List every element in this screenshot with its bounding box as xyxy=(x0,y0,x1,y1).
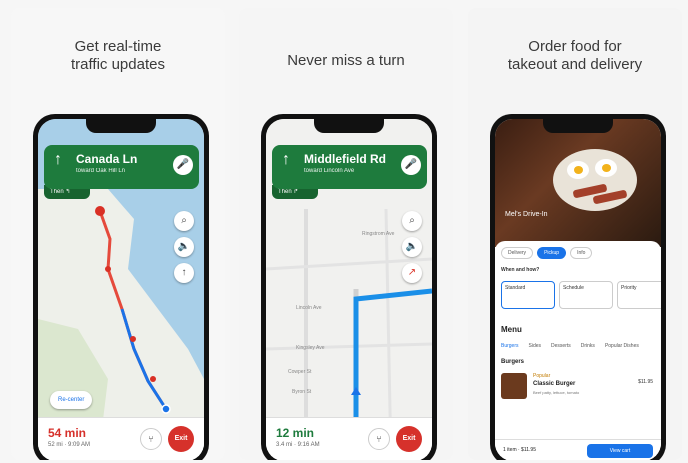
exit-button[interactable]: Exit xyxy=(396,426,422,452)
menu-tab[interactable]: Popular Dishes xyxy=(605,343,639,349)
alternate-routes-icon[interactable]: ⑂ xyxy=(368,428,390,450)
trip-summary-bar: 54 min 52 mi · 9:09 AM ⑂ Exit xyxy=(38,417,204,460)
feature-card-food: Order food for takeout and delivery Mel'… xyxy=(468,8,682,460)
toward-text: toward Lincoln Ave xyxy=(304,168,355,174)
restaurant-name: Mel's Drive-In xyxy=(505,211,548,218)
phone-screen: Ringstrom Ave Lincoln Ave Kingsley Ave C… xyxy=(266,119,432,460)
eta-time: 54 min xyxy=(48,426,87,440)
map-label: Kingsley Ave xyxy=(296,345,325,351)
tab-delivery[interactable]: Delivery xyxy=(501,247,534,259)
restaurant-panel: Delivery Pickup Info When and how? Stand… xyxy=(495,241,661,460)
microphone-icon[interactable]: 🎤 xyxy=(401,155,421,175)
map-label: Cowper St xyxy=(288,369,312,375)
eta-details: 3.4 mi · 9:16 AM xyxy=(276,442,320,448)
card-title-line1: Never miss a turn xyxy=(287,52,405,69)
restaurant-hero-image: Mel's Drive-In xyxy=(495,119,661,247)
search-icon[interactable]: ⌕ xyxy=(402,211,422,231)
when-label: When and how? xyxy=(501,267,540,273)
menu-category-tabs: Burgers Sides Desserts Drinks Popular Di… xyxy=(501,343,639,349)
menu-heading: Menu xyxy=(501,325,522,334)
current-location-dot xyxy=(161,404,171,414)
tab-info[interactable]: Info xyxy=(570,247,593,259)
trip-summary-bar: 12 min 3.4 mi · 9:16 AM ⑂ Exit xyxy=(266,417,432,460)
eta-time: 12 min xyxy=(276,426,315,440)
compass-icon[interactable]: ↗ xyxy=(402,263,422,283)
menu-tab[interactable]: Desserts xyxy=(551,343,571,349)
phone-screen: Mel's Drive-In Delivery Pickup Info When… xyxy=(495,119,661,460)
map-label: Lincoln Ave xyxy=(296,305,322,311)
phone-notch xyxy=(543,119,613,133)
toward-text: toward Oak Hill Ln xyxy=(76,168,126,174)
menu-tab[interactable]: Drinks xyxy=(581,343,595,349)
menu-section-title: Burgers xyxy=(501,359,525,365)
menu-item-price: $11.95 xyxy=(638,379,653,385)
destination-pin xyxy=(95,206,105,216)
cart-bar: 1 item · $11.95 View cart xyxy=(495,439,661,460)
menu-tab[interactable]: Sides xyxy=(529,343,542,349)
card-title: Never miss a turn xyxy=(239,52,453,70)
map-label: Ringstrom Ave xyxy=(362,231,395,237)
card-title-line2: traffic updates xyxy=(71,56,165,73)
app-store-screenshots: Get real-time traffic updates ↑ Canada L… xyxy=(0,0,688,463)
card-title: Order food for takeout and delivery xyxy=(468,38,682,74)
phone-mockup: ↑ Canada Ln toward Oak Hill Ln 🎤 Then ↰ … xyxy=(33,114,209,460)
view-cart-button[interactable]: View cart xyxy=(587,444,653,458)
tab-pickup[interactable]: Pickup xyxy=(537,247,567,259)
cart-total: 1 item · $11.95 xyxy=(503,447,536,453)
phone-notch xyxy=(86,119,156,133)
navigation-banner[interactable]: ↑ Canada Ln toward Oak Hill Ln 🎤 xyxy=(44,145,199,189)
map-label: Byron St xyxy=(292,389,312,395)
menu-item-image xyxy=(501,373,527,399)
card-title-line1: Get real-time xyxy=(74,38,162,55)
card-title-line2: takeout and delivery xyxy=(507,56,643,73)
phone-mockup: Mel's Drive-In Delivery Pickup Info When… xyxy=(490,114,666,460)
volume-icon[interactable]: 🔈 xyxy=(402,237,422,257)
order-type-tabs: Delivery Pickup Info xyxy=(501,247,593,259)
next-street: Middlefield Rd xyxy=(304,152,386,166)
phone-screen: ↑ Canada Ln toward Oak Hill Ln 🎤 Then ↰ … xyxy=(38,119,204,460)
exit-button[interactable]: Exit xyxy=(168,426,194,452)
straight-arrow-icon: ↑ xyxy=(54,151,62,168)
phone-mockup: Ringstrom Ave Lincoln Ave Kingsley Ave C… xyxy=(261,114,437,460)
option-standard[interactable]: Standard xyxy=(501,281,555,309)
menu-item[interactable]: Popular Classic Burger Beef patty, lettu… xyxy=(501,371,655,403)
volume-icon[interactable]: 🔈 xyxy=(174,237,194,257)
alternate-routes-icon[interactable]: ⑂ xyxy=(140,428,162,450)
microphone-icon[interactable]: 🎤 xyxy=(173,155,193,175)
menu-item-name: Classic Burger xyxy=(533,381,576,387)
menu-item-description: Beef patty, lettuce, tomato xyxy=(533,390,580,395)
breakfast-plate xyxy=(553,149,637,211)
search-icon[interactable]: ⌕ xyxy=(174,211,194,231)
card-title-line1: Order food for xyxy=(528,38,622,55)
phone-notch xyxy=(314,119,384,133)
straight-arrow-icon: ↑ xyxy=(282,151,290,168)
option-priority[interactable]: Priority xyxy=(617,281,661,309)
next-street: Canada Ln xyxy=(76,152,138,166)
feature-card-traffic: Get real-time traffic updates ↑ Canada L… xyxy=(11,8,225,460)
navigation-banner[interactable]: ↑ Middlefield Rd toward Lincoln Ave 🎤 xyxy=(272,145,427,189)
feature-card-turns: Never miss a turn Ringstrom Ave Lincoln … xyxy=(239,8,453,460)
card-title: Get real-time traffic updates xyxy=(11,38,225,74)
compass-icon[interactable]: ↑ xyxy=(174,263,194,283)
eta-details: 52 mi · 9:09 AM xyxy=(48,442,91,448)
recenter-button[interactable]: Re-center xyxy=(50,391,93,409)
option-schedule[interactable]: Schedule xyxy=(559,281,613,309)
menu-tab[interactable]: Burgers xyxy=(501,343,519,349)
popular-badge: Popular xyxy=(533,373,551,379)
